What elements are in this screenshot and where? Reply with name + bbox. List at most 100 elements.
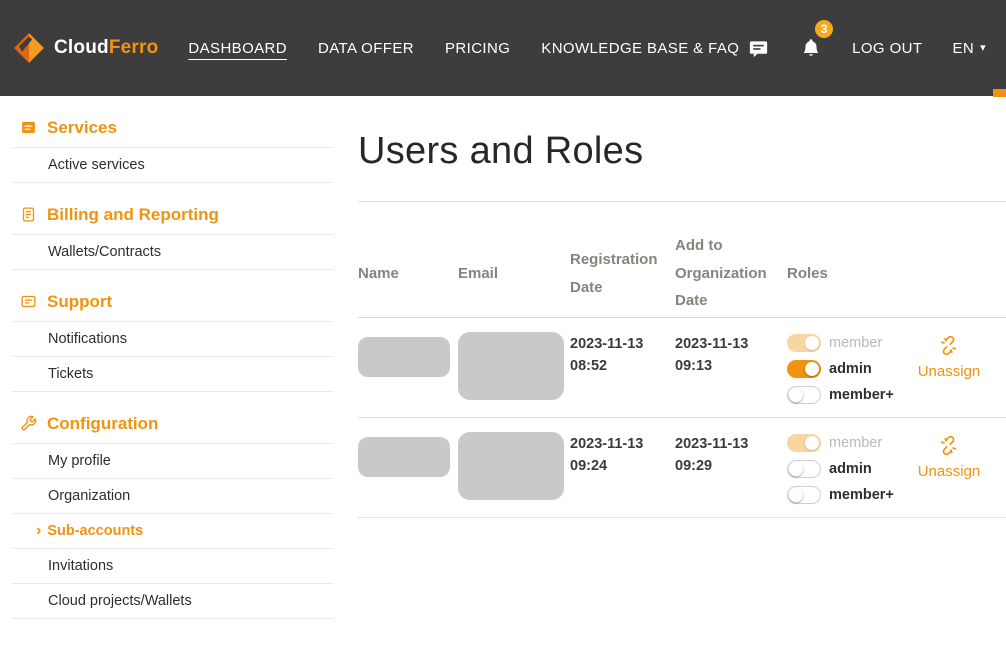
messages-icon[interactable]: [747, 37, 770, 60]
redacted-email: [458, 332, 564, 400]
sidebar-item-sub-accounts[interactable]: › Sub-accounts: [12, 514, 333, 549]
sidebar-header-services[interactable]: Services: [12, 108, 333, 148]
main-nav: DASHBOARD DATA OFFER PRICING KNOWLEDGE B…: [188, 34, 739, 63]
unassign-button[interactable]: Unassign: [918, 335, 981, 380]
notifications-bell-icon[interactable]: 3: [800, 36, 822, 60]
chevron-down-icon: ▾: [980, 43, 986, 54]
role-admin: admin: [787, 457, 892, 480]
column-header-name: Name: [358, 260, 458, 288]
unassign-label: Unassign: [918, 363, 981, 380]
notification-count-badge: 3: [815, 20, 833, 38]
role-member-plus: member+: [787, 383, 892, 406]
sidebar-section-title: Support: [47, 292, 112, 312]
org-date: 2023-11-13 09:13: [675, 329, 775, 406]
redacted-email: [458, 432, 564, 500]
wrench-icon: [20, 415, 37, 432]
role-member-toggle[interactable]: [787, 334, 821, 352]
sidebar-item-cloud-projects-wallets[interactable]: Cloud projects/Wallets: [12, 584, 333, 619]
top-navbar: CloudFerro DASHBOARD DATA OFFER PRICING …: [0, 0, 1006, 96]
role-member-plus-toggle[interactable]: [787, 486, 821, 504]
sidebar-section-title: Services: [47, 118, 117, 138]
chevron-right-icon: ›: [36, 523, 41, 539]
unassign-button[interactable]: Unassign: [918, 435, 981, 480]
table-header-row: Name Email Registration Date Add to Orga…: [358, 230, 1006, 318]
registration-date: 2023-11-13 08:52: [570, 329, 670, 406]
page-title: Users and Roles: [358, 130, 1006, 173]
sidebar-section-title: Billing and Reporting: [47, 205, 219, 225]
sidebar-header-support[interactable]: Support: [12, 282, 333, 322]
logout-button[interactable]: LOG OUT: [852, 40, 922, 57]
roles-cell: member admin member+: [787, 329, 902, 406]
column-header-roles: Roles: [787, 260, 902, 288]
services-icon: [20, 119, 37, 136]
org-date: 2023-11-13 09:29: [675, 429, 775, 506]
role-member: member: [787, 331, 892, 354]
nav-dashboard[interactable]: DASHBOARD: [188, 34, 287, 63]
toggle-knob: [805, 436, 819, 450]
sidebar-header-configuration[interactable]: Configuration: [12, 404, 333, 444]
sidebar-section-support: Support Notifications Tickets: [12, 282, 333, 392]
role-member-plus-toggle[interactable]: [787, 386, 821, 404]
navbar-right: 3 LOG OUT EN ▾: [747, 36, 986, 60]
table-row: 2023-11-13 09:24 2023-11-13 09:29 member…: [358, 418, 1006, 518]
table-row: 2023-11-13 08:52 2023-11-13 09:13 member…: [358, 318, 1006, 418]
role-label: member: [829, 435, 882, 451]
column-header-org-date: Add to Organization Date: [675, 232, 787, 315]
role-label: member+: [829, 387, 894, 403]
role-admin-toggle[interactable]: [787, 460, 821, 478]
scrollbar-thumb[interactable]: [993, 89, 1006, 97]
nav-data-offer[interactable]: DATA OFFER: [318, 34, 414, 63]
name-cell: [358, 329, 458, 406]
language-selector[interactable]: EN ▾: [952, 40, 986, 57]
nav-knowledge-base[interactable]: KNOWLEDGE BASE & FAQ: [541, 34, 739, 63]
sidebar-item-tickets[interactable]: Tickets: [12, 357, 333, 392]
broken-link-icon: [938, 335, 959, 360]
role-member-plus: member+: [787, 483, 892, 506]
nav-pricing[interactable]: PRICING: [445, 34, 510, 63]
toggle-knob: [789, 488, 803, 502]
sidebar-item-invitations[interactable]: Invitations: [12, 549, 333, 584]
title-divider: [358, 201, 1006, 202]
name-cell: [358, 429, 458, 506]
column-header-registration-date: Registration Date: [570, 246, 675, 302]
actions-cell: Unassign: [902, 329, 1006, 406]
column-header-email: Email: [458, 260, 570, 288]
billing-icon: [20, 206, 37, 223]
sidebar-item-my-profile[interactable]: My profile: [12, 444, 333, 479]
sidebar-item-organization[interactable]: Organization: [12, 479, 333, 514]
sidebar-section-services: Services Active services: [12, 108, 333, 183]
broken-link-icon: [938, 435, 959, 460]
email-cell: [458, 329, 570, 406]
language-label: EN: [952, 40, 974, 57]
role-member-toggle[interactable]: [787, 434, 821, 452]
unassign-label: Unassign: [918, 463, 981, 480]
email-cell: [458, 429, 570, 506]
cloudferro-logo-icon: [12, 31, 46, 65]
role-label: admin: [829, 361, 872, 377]
logo[interactable]: CloudFerro: [12, 31, 158, 65]
role-label: admin: [829, 461, 872, 477]
role-label: member+: [829, 487, 894, 503]
sidebar-item-notifications[interactable]: Notifications: [12, 322, 333, 357]
toggle-knob: [805, 336, 819, 350]
registration-date: 2023-11-13 09:24: [570, 429, 670, 506]
toggle-knob: [805, 362, 819, 376]
sidebar-header-billing[interactable]: Billing and Reporting: [12, 195, 333, 235]
support-icon: [20, 293, 37, 310]
main-content: Users and Roles Name Email Registration …: [333, 96, 1006, 518]
sidebar-item-label: Sub-accounts: [47, 523, 143, 539]
role-admin: admin: [787, 357, 892, 380]
brand-text: CloudFerro: [54, 37, 158, 59]
toggle-knob: [789, 388, 803, 402]
redacted-name: [358, 437, 450, 477]
toggle-knob: [789, 462, 803, 476]
actions-cell: Unassign: [902, 429, 1006, 506]
redacted-name: [358, 337, 450, 377]
sidebar-section-billing: Billing and Reporting Wallets/Contracts: [12, 195, 333, 270]
role-admin-toggle[interactable]: [787, 360, 821, 378]
roles-cell: member admin member+: [787, 429, 902, 506]
sidebar: Services Active services Billing and Rep…: [0, 96, 333, 619]
sidebar-item-wallets-contracts[interactable]: Wallets/Contracts: [12, 235, 333, 270]
sidebar-section-title: Configuration: [47, 414, 158, 434]
sidebar-item-active-services[interactable]: Active services: [12, 148, 333, 183]
